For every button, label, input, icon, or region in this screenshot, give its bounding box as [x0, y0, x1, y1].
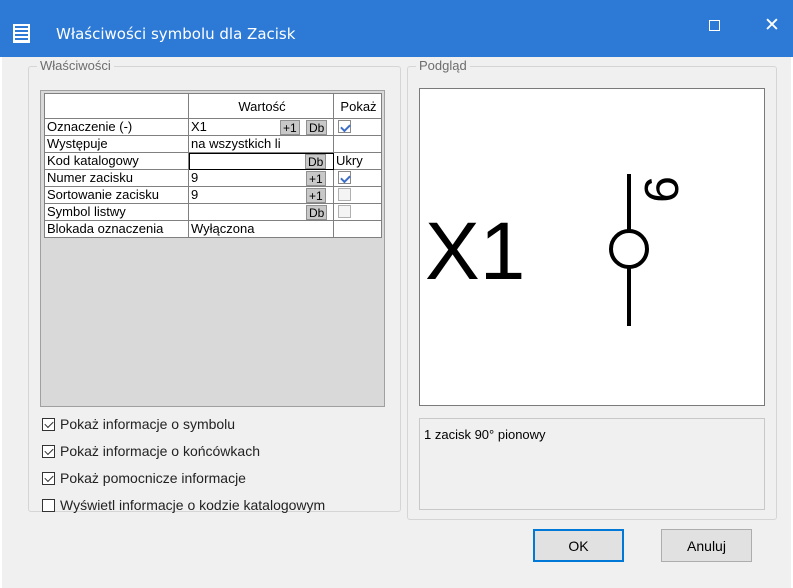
ok-button[interactable]: OK [533, 529, 624, 562]
database-button[interactable]: Db [306, 120, 328, 135]
grid-row-terminal-sorting[interactable]: Sortowanie zacisku 9 +1 [44, 187, 382, 204]
row-name: Numer zacisku [44, 170, 189, 187]
preview-group-label: Podgląd [416, 58, 470, 74]
header-show: Pokaż [334, 93, 382, 119]
row-value: Wyłączona [191, 221, 255, 236]
database-button[interactable]: Db [306, 205, 328, 220]
row-name: Blokada oznaczenia [44, 221, 189, 238]
row-show-cell [334, 187, 382, 204]
row-name: Występuje [44, 136, 189, 153]
grid-row-catalog-code[interactable]: Kod katalogowy Db Ukry [44, 153, 382, 170]
option-catalog-info[interactable]: Wyświetl informacje o kodzie katalogowym [42, 497, 325, 513]
properties-group: Właściwości Wartość Pokaż Oznaczenie (-)… [28, 58, 401, 513]
option-checkbox[interactable] [42, 444, 55, 458]
increment-button[interactable]: +1 [280, 120, 300, 135]
properties-grid[interactable]: Wartość Pokaż Oznaczenie (-) X1 +1 Db Wy… [40, 90, 385, 407]
option-checkbox[interactable] [42, 471, 55, 485]
option-symbol-info[interactable]: Pokaż informacje o symbolu [42, 416, 235, 432]
symbol-preview: X1 9 [419, 88, 765, 406]
header-value: Wartość [189, 93, 334, 119]
option-checkbox[interactable] [42, 498, 55, 512]
row-value-cell[interactable]: X1 +1 Db [189, 119, 334, 136]
catalog-code-input[interactable]: Db [189, 153, 334, 170]
terminal-symbol-drawing: X1 9 [425, 174, 687, 326]
option-label: Pokaż informacje o symbolu [60, 416, 236, 432]
show-checkbox[interactable] [338, 205, 351, 218]
row-value-cell[interactable]: 9 +1 [189, 187, 334, 204]
terminal-circle [609, 229, 649, 269]
grid-header: Wartość Pokaż [44, 93, 382, 119]
row-show-cell [334, 204, 382, 221]
cancel-button[interactable]: Anuluj [661, 529, 752, 562]
dialog-body: Właściwości Wartość Pokaż Oznaczenie (-)… [2, 57, 791, 588]
grid-row-designation[interactable]: Oznaczenie (-) X1 +1 Db [44, 119, 382, 136]
increment-button[interactable]: +1 [306, 171, 326, 186]
increment-button[interactable]: +1 [306, 188, 326, 203]
header-name [44, 93, 189, 119]
row-value-cell[interactable]: Db [189, 204, 334, 221]
preview-group: Podgląd X1 9 1 zacisk 90° pionowy [407, 58, 777, 520]
show-checkbox[interactable] [338, 120, 351, 133]
row-value: na wszystkich li [191, 136, 281, 151]
grid-row-terminal-number[interactable]: Numer zacisku 9 +1 [44, 170, 382, 187]
show-checkbox[interactable] [338, 171, 351, 184]
option-label: Wyświetl informacje o kodzie katalogowym [60, 497, 326, 513]
row-show-cell [334, 221, 382, 238]
row-name: Symbol listwy [44, 204, 189, 221]
database-button[interactable]: Db [305, 154, 327, 169]
symbol-description: 1 zacisk 90° pionowy [419, 418, 765, 510]
row-name: Kod katalogowy [44, 153, 189, 170]
row-show-cell [334, 170, 382, 187]
grid-row-strip-symbol[interactable]: Symbol listwy Db [44, 204, 382, 221]
preview-terminal-number: 9 [634, 176, 687, 203]
row-value-cell[interactable]: 9 +1 [189, 170, 334, 187]
maximize-button[interactable] [694, 10, 734, 40]
row-value: 9 [191, 187, 199, 202]
grid-row-occurs[interactable]: Występuje na wszystkich li [44, 136, 382, 153]
row-value-cell[interactable]: na wszystkich li [189, 136, 334, 153]
row-name: Oznaczenie (-) [44, 119, 189, 136]
option-label: Pokaż pomocnicze informacje [60, 470, 246, 486]
grid-row-designation-lock[interactable]: Blokada oznaczenia Wyłączona [44, 221, 382, 238]
preview-designation: X1 [425, 206, 525, 297]
row-value: X1 [191, 119, 207, 134]
maximize-icon [708, 19, 720, 31]
row-show-cell [334, 136, 382, 153]
title-bar: Właściwości symbolu dla Zacisk ✕ [0, 0, 793, 57]
close-button[interactable]: ✕ [752, 10, 792, 40]
window-title: Właściwości symbolu dla Zacisk [56, 25, 296, 43]
option-label: Pokaż informacje o końcówkach [60, 443, 260, 459]
properties-list-icon [13, 24, 30, 43]
row-show-cell[interactable]: Ukry [334, 153, 382, 170]
row-name: Sortowanie zacisku [44, 187, 189, 204]
row-show-cell [334, 119, 382, 136]
option-auxiliary-info[interactable]: Pokaż pomocnicze informacje [42, 470, 246, 486]
row-value-cell[interactable]: Wyłączona [189, 221, 334, 238]
properties-group-label: Właściwości [37, 58, 114, 74]
close-icon: ✕ [764, 14, 780, 36]
option-checkbox[interactable] [42, 417, 55, 431]
show-checkbox[interactable] [338, 188, 351, 201]
row-value: 9 [191, 170, 199, 185]
option-terminal-info[interactable]: Pokaż informacje o końcówkach [42, 443, 260, 459]
